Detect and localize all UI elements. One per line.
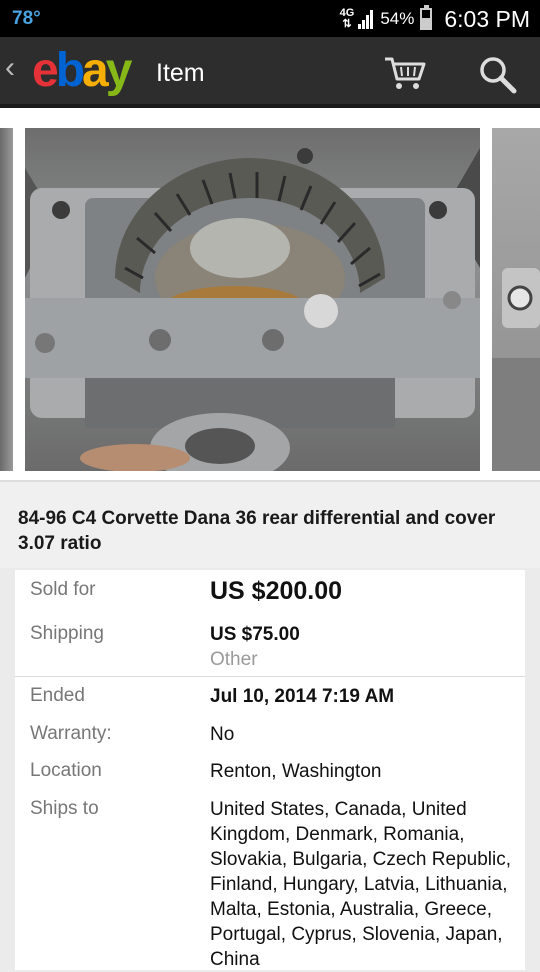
signal-strength-icon [358,9,374,29]
ended-date: Jul 10, 2014 7:19 AM [210,686,395,707]
page-title: Item [156,59,205,87]
differential-photo[interactable] [25,128,480,471]
image-gallery[interactable] [0,108,540,480]
status-bar: 78° 4G ⇅ 54% 6:03 PM [0,0,540,37]
sold-for-price: US $200.00 [210,577,343,605]
shipping-cost: US $75.00 [210,624,300,645]
item-title-area: 84-96 C4 Corvette Dana 36 rear different… [0,480,540,568]
divider [15,676,525,677]
battery-percent: 54% [380,9,415,28]
shipping-label: Shipping [30,623,104,644]
next-photo[interactable] [492,128,540,471]
previous-photo[interactable] [0,128,13,471]
shipping-method: Other [210,649,258,670]
ebay-logo[interactable]: ebay [32,43,132,98]
item-title: 84-96 C4 Corvette Dana 36 rear different… [18,508,496,554]
location-label: Location [30,760,102,781]
next-photo-illustration [492,268,540,471]
network-indicator: 4G ⇅ [340,8,355,30]
clock: 6:03 PM [444,5,530,32]
battery-icon [420,5,433,30]
ships-to-value: United States, Canada, United Kingdom, D… [210,799,511,970]
app-bar: ‹ ebay Item [0,37,540,108]
cart-icon[interactable] [383,55,427,91]
location-value: Renton, Washington [210,761,382,782]
data-arrows-icon: ⇅ [342,18,352,30]
sold-for-label: Sold for [30,579,96,600]
item-details-card: Sold for US $200.00 Shipping US $75.00 O… [15,570,525,970]
ships-to-label: Ships to [30,798,99,819]
warranty-label: Warranty: [30,723,112,744]
differential-illustration [25,148,480,471]
status-icons: 4G ⇅ 54% 6:03 PM [340,4,530,34]
ended-label: Ended [30,685,85,706]
weather-temperature: 78° [12,8,41,29]
warranty-value: No [210,724,235,745]
chevron-left-icon[interactable]: ‹ [5,51,15,85]
search-icon[interactable] [478,55,518,95]
